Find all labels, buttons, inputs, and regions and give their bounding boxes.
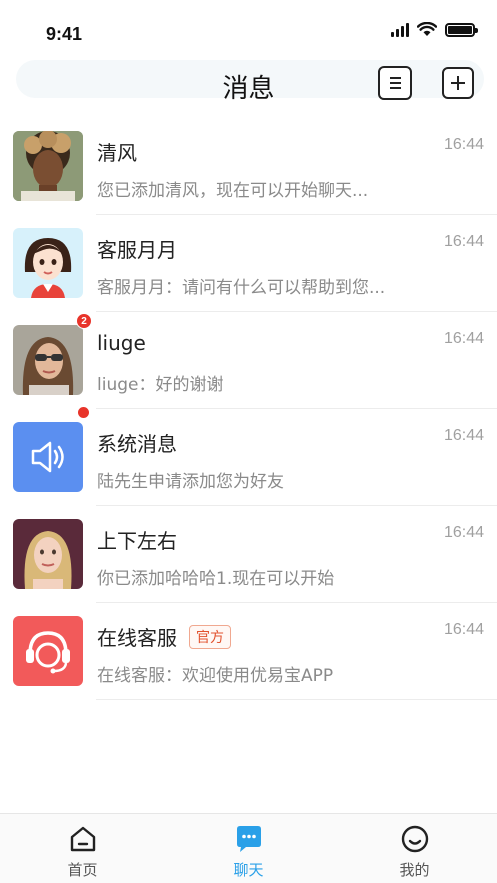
official-tag: 官方 <box>189 625 231 649</box>
message-item-online-service[interactable]: 在线客服 官方 在线客服：欢迎使用优易宝APP 16:44 <box>0 603 497 700</box>
avatar <box>13 228 83 298</box>
nav-bar: 消息 <box>0 56 497 112</box>
smile-face-icon <box>401 825 428 853</box>
speaker-icon <box>31 441 64 473</box>
message-time: 16:44 <box>443 330 484 347</box>
message-preview: liuge：好的谢谢 <box>97 375 224 395</box>
headset-service-icon <box>26 631 70 674</box>
message-preview: 客服月月：请问有什么可以帮助到您... <box>97 278 386 298</box>
battery-icon <box>445 22 478 37</box>
message-item-customer-service-yueyue[interactable]: 客服月月 客服月月：请问有什么可以帮助到您... 16:44 <box>0 215 497 312</box>
home-icon <box>70 826 95 852</box>
status-bar: 9:41 <box>0 0 497 56</box>
tab-me[interactable]: 我的 <box>332 814 497 883</box>
message-list: 清风 您已添加清风，现在可以开始聊天... 16:44 客服月月 客服月月：请问… <box>0 118 497 700</box>
contact-name: 在线客服 官方 <box>97 622 231 651</box>
contact-name: 清风 <box>97 141 137 165</box>
message-time: 16:44 <box>443 524 484 541</box>
unread-count-badge: 2 <box>76 313 92 329</box>
avatar <box>13 325 83 395</box>
tab-chat[interactable]: 聊天 <box>166 814 331 883</box>
divider <box>96 699 497 700</box>
wifi-icon <box>417 22 437 36</box>
message-time: 16:44 <box>443 233 484 250</box>
message-preview: 你已添加哈哈哈1.现在可以开始 <box>97 569 335 589</box>
contact-name: 系统消息 <box>97 432 177 456</box>
avatar <box>13 131 83 201</box>
add-button[interactable] <box>442 67 474 99</box>
tab-label: 聊天 <box>233 861 264 879</box>
message-item-shangxiazuoyou[interactable]: 上下左右 你已添加哈哈哈1.现在可以开始 16:44 <box>0 506 497 603</box>
avatar <box>13 616 83 686</box>
message-item-system[interactable]: 系统消息 陆先生申请添加您为好友 16:44 <box>0 406 497 506</box>
avatar <box>13 422 83 492</box>
tab-label: 首页 <box>67 861 98 879</box>
contacts-list-icon <box>390 77 401 89</box>
message-item-liuge[interactable]: 2 liuge liuge：好的谢谢 16:44 <box>0 312 497 409</box>
contact-name: 客服月月 <box>97 238 177 262</box>
message-time: 16:44 <box>443 427 484 444</box>
tab-home[interactable]: 首页 <box>0 814 165 883</box>
cellular-signal-icon <box>391 22 409 37</box>
message-preview: 您已添加清风，现在可以开始聊天... <box>97 181 369 201</box>
status-time: 9:41 <box>46 24 83 44</box>
contacts-button[interactable] <box>378 66 412 100</box>
add-icon <box>451 76 465 90</box>
status-icons <box>391 22 478 37</box>
message-preview: 陆先生申请添加您为好友 <box>97 472 284 492</box>
contact-name-text: 在线客服 <box>97 626 177 650</box>
avatar <box>13 519 83 589</box>
chat-bubble-icon <box>236 826 261 852</box>
message-item-qingfeng[interactable]: 清风 您已添加清风，现在可以开始聊天... 16:44 <box>0 118 497 215</box>
tab-label: 我的 <box>399 861 430 879</box>
unread-dot-badge <box>77 406 90 419</box>
contact-name: 上下左右 <box>97 529 177 553</box>
message-time: 16:44 <box>443 621 484 638</box>
message-preview: 在线客服：欢迎使用优易宝APP <box>97 666 334 686</box>
contact-name: liuge <box>97 331 146 355</box>
page-title: 消息 <box>222 74 275 104</box>
tab-bar: 首页 聊天 我的 <box>0 813 497 883</box>
message-time: 16:44 <box>443 136 484 153</box>
